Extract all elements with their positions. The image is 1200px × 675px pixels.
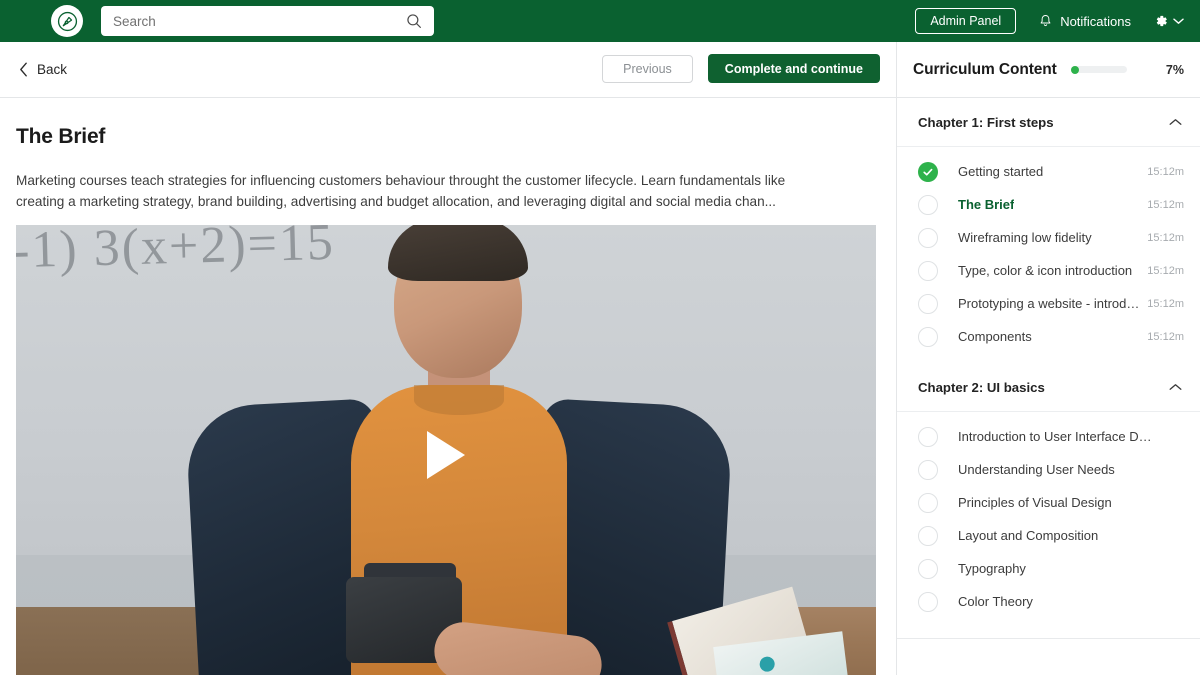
admin-panel-button[interactable]: Admin Panel — [915, 8, 1017, 34]
bell-icon — [1040, 15, 1051, 27]
lesson-name: The Brief — [958, 197, 1015, 212]
lesson-item[interactable]: Understanding User Needs — [897, 453, 1200, 486]
lesson-name: Color Theory — [958, 594, 1033, 609]
lesson-duration: 15:12m — [1147, 198, 1184, 211]
person-hair — [388, 225, 528, 281]
lesson-item[interactable]: Principles of Visual Design — [897, 486, 1200, 519]
chevron-left-icon — [20, 62, 27, 77]
chapter-list: Chapter 1: First steps Getting started 15… — [897, 98, 1200, 639]
curriculum-sidebar: Curriculum Content 7% Chapter 1: First s… — [896, 42, 1200, 675]
lesson-description: Marketing courses teach strategies for i… — [16, 173, 786, 209]
chapter-header[interactable]: Chapter 2: UI basics — [897, 363, 1200, 412]
lesson-name: Principles of Visual Design — [958, 495, 1112, 510]
chapter-section: Chapter 1: First steps Getting started 15… — [897, 98, 1200, 363]
lesson-item[interactable]: Introduction to User Interface Design — [897, 420, 1200, 453]
lesson-duration: 15:12m — [1147, 297, 1184, 310]
lesson-name: Understanding User Needs — [958, 462, 1115, 477]
lesson-name: Wireframing low fidelity — [958, 230, 1092, 245]
chevron-down-icon — [1173, 18, 1184, 24]
progress-percent: 7% — [1165, 62, 1184, 77]
person-collar — [414, 385, 504, 415]
lesson-item[interactable]: Typography — [897, 552, 1200, 585]
lesson-item[interactable]: Components 15:12m — [897, 320, 1200, 353]
check-icon — [923, 168, 933, 176]
lesson-item[interactable]: Getting started 15:12m — [897, 155, 1200, 188]
lesson-duration: 15:12m — [1147, 165, 1184, 178]
top-bar-actions: Admin Panel Notifications — [915, 0, 1184, 42]
whiteboard-equation: -1) 3(x+2)=15 — [16, 225, 336, 280]
lesson-list: Introduction to User Interface Design Und… — [897, 412, 1200, 628]
search-icon[interactable] — [405, 12, 423, 30]
play-triangle-icon[interactable] — [427, 431, 465, 479]
chapter-header[interactable]: Chapter 1: First steps — [897, 98, 1200, 147]
page-title: The Brief — [16, 125, 106, 148]
curriculum-header: Curriculum Content 7% — [897, 42, 1200, 98]
sidebar-divider — [897, 638, 1200, 639]
lesson-name: Type, color & icon introduction — [958, 263, 1133, 278]
previous-button[interactable]: Previous — [602, 54, 693, 83]
search-input[interactable] — [113, 7, 393, 35]
lesson-name: Introduction to User Interface Design — [958, 429, 1154, 444]
lesson-item[interactable]: Color Theory — [897, 585, 1200, 618]
chapter-section: Chapter 2: UI basics Introduction to Use… — [897, 363, 1200, 628]
circle-icon[interactable] — [918, 558, 938, 579]
circle-icon[interactable] — [918, 260, 938, 281]
lesson-list: Getting started 15:12m The Brief 15:12m Wire… — [897, 147, 1200, 363]
lesson-name: Components — [958, 329, 1032, 344]
top-navigation-bar: Admin Panel Notifications — [0, 0, 1200, 42]
lesson-name: Getting started — [958, 164, 1044, 179]
progress-bar — [1070, 65, 1127, 74]
lesson-duration: 15:12m — [1147, 264, 1184, 277]
back-label: Back — [37, 62, 68, 77]
chevron-up-icon[interactable] — [1169, 383, 1182, 391]
circle-icon[interactable] — [918, 591, 938, 612]
circle-icon[interactable] — [918, 326, 938, 347]
notifications-button[interactable]: Notifications — [1038, 13, 1131, 29]
chevron-up-icon[interactable] — [1169, 118, 1182, 126]
lesson-item[interactable]: Wireframing low fidelity 15:12m — [897, 221, 1200, 254]
lesson-name: Typography — [958, 561, 1026, 576]
lesson-video-player[interactable]: -1) 3(x+2)=15 — [16, 225, 876, 675]
paper-logo-icon — [758, 655, 776, 673]
lesson-duration: 15:12m — [1147, 330, 1184, 343]
chapter-title: Chapter 1: First steps — [918, 114, 1054, 130]
lesson-nav-actions: Previous Complete and continue — [602, 54, 880, 83]
lesson-toolbar: Back Previous Complete and continue — [0, 42, 896, 98]
app-logo[interactable] — [51, 5, 83, 37]
chapter-title: Chapter 2: UI basics — [918, 379, 1045, 395]
back-button[interactable]: Back — [19, 62, 67, 77]
progress-indicator — [1070, 65, 1079, 74]
settings-menu-button[interactable] — [1153, 13, 1184, 29]
lesson-content: The Brief Marketing courses teach strate… — [0, 99, 896, 675]
lesson-item[interactable]: Layout and Composition — [897, 519, 1200, 552]
lesson-duration: 15:12m — [1147, 231, 1184, 244]
circle-icon[interactable] — [918, 459, 938, 480]
pen-nib-icon — [57, 11, 77, 31]
circle-icon[interactable] — [918, 492, 938, 513]
lesson-item[interactable]: Prototyping a website - introduct... 15:1… — [897, 287, 1200, 320]
circle-icon[interactable] — [918, 194, 938, 215]
circle-icon[interactable] — [918, 293, 938, 314]
search-bar[interactable] — [101, 6, 434, 36]
lesson-item[interactable]: The Brief 15:12m — [897, 188, 1200, 221]
curriculum-title: Curriculum Content — [913, 60, 1057, 78]
lesson-item[interactable]: Type, color & icon introduction 15:12m — [897, 254, 1200, 287]
circle-icon[interactable] — [918, 227, 938, 248]
complete-and-continue-button[interactable]: Complete and continue — [707, 54, 880, 83]
notifications-label: Notifications — [1060, 13, 1131, 29]
lesson-name: Layout and Composition — [958, 528, 1099, 543]
gear-icon — [1156, 15, 1167, 27]
circle-icon[interactable] — [918, 426, 938, 447]
lesson-name: Prototyping a website - introduct... — [958, 296, 1142, 311]
circle-icon[interactable] — [918, 525, 938, 546]
check-circle-icon[interactable] — [918, 161, 938, 182]
